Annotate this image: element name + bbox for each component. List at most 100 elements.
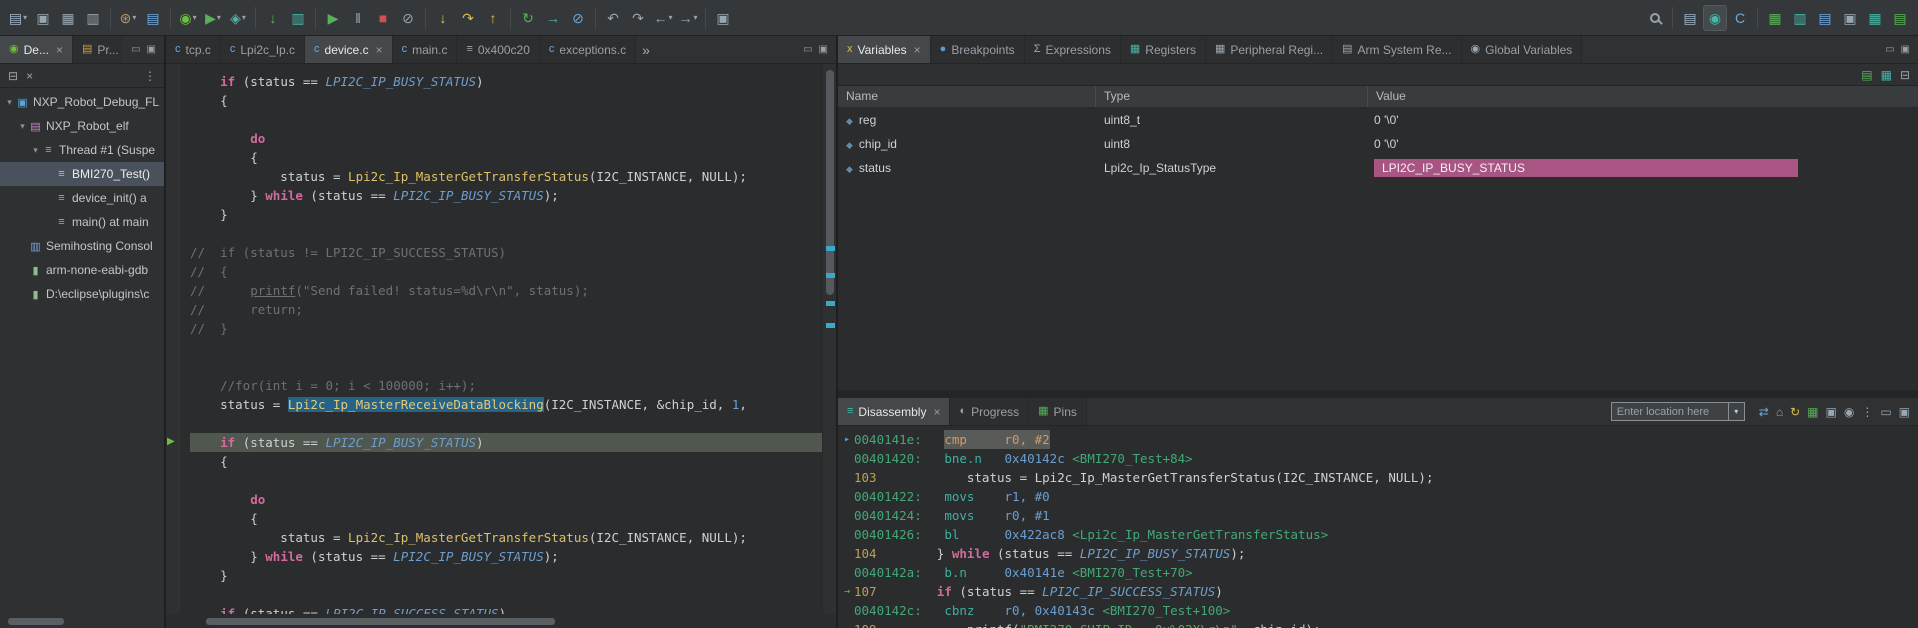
code-line[interactable]: { <box>190 452 822 471</box>
expanded-arrow-icon[interactable]: ▾ <box>4 97 15 108</box>
expanded-arrow-icon[interactable]: ▾ <box>30 145 41 156</box>
code-line[interactable]: if (status == LPI2C_IP_BUSY_STATUS) <box>190 433 822 452</box>
pin-editor-icon[interactable]: ▣ <box>711 5 735 31</box>
code-line[interactable]: if (status == LPI2C_IP_SUCCESS_STATUS) <box>190 604 822 614</box>
code-line[interactable]: // printf("Send failed! status=%d\r\n", … <box>190 281 822 300</box>
close-icon[interactable]: × <box>914 43 921 57</box>
horizontal-sash[interactable] <box>838 390 1918 398</box>
debug-tree-item[interactable]: ▾ ▣ NXP_Robot_Debug_FL <box>0 90 164 114</box>
view-grid-icon[interactable]: ▦ <box>1763 5 1787 31</box>
view-memory-icon[interactable]: ▣ <box>1838 5 1862 31</box>
forward-icon[interactable]: → ▾ <box>676 5 700 31</box>
code-line[interactable]: } while (status == LPI2C_IP_BUSY_STATUS)… <box>190 186 822 205</box>
view-menu-icon[interactable]: ⋮ <box>144 70 156 82</box>
editor-horizontal-scrollbar[interactable] <box>166 614 836 628</box>
debug-tree-item[interactable]: ▮ D:\eclipse\plugins\c <box>0 282 164 306</box>
print-icon[interactable]: ▥ <box>81 5 105 31</box>
minimize-view-icon[interactable]: ▭ <box>803 44 812 55</box>
disassembly-content[interactable]: ▸ 0040141e: cmp r0, #2 00401420: bne.n 0x4… <box>838 426 1918 628</box>
table-row[interactable]: ◆ status Lpi2c_Ip_StatusType LPI2C_IP_BUSY_… <box>838 156 1918 180</box>
open-new-view-icon[interactable]: ▣ <box>1825 406 1836 418</box>
instruction-stepping-icon[interactable]: → <box>541 5 565 31</box>
remove-all-terminated-icon[interactable]: × <box>26 70 33 82</box>
suspend-icon[interactable]: ‖ <box>346 5 370 31</box>
column-header-type[interactable]: Type <box>1096 86 1368 107</box>
location-dropdown-icon[interactable]: ▾ <box>1728 402 1745 421</box>
code-line[interactable]: } while (status == LPI2C_IP_BUSY_STATUS)… <box>190 547 822 566</box>
flash-programmer-icon[interactable]: ↓ <box>261 5 285 31</box>
code-line[interactable] <box>190 357 822 376</box>
variables-tab-expressions[interactable]: Σ Expressions <box>1024 36 1121 63</box>
code-line[interactable] <box>190 414 822 433</box>
code-line[interactable]: status = Lpi2c_Ip_MasterGetTransferStatu… <box>190 528 822 547</box>
disassembly-line[interactable]: ▸ 0040141e: cmp r0, #2 <box>840 430 1918 449</box>
disassembly-line[interactable]: 00401424: movs r0, #1 <box>840 506 1918 525</box>
debug-horizontal-scrollbar[interactable] <box>0 614 164 628</box>
editor-tab-0x400c20[interactable]: ≡ 0x400c20 <box>457 36 540 63</box>
disassembly-line[interactable]: 00401422: movs r1, #0 <box>840 487 1918 506</box>
show-type-names-icon[interactable]: ▤ <box>1861 69 1872 81</box>
table-row[interactable]: ◆ chip_id uint8 0 '\0' <box>838 132 1918 156</box>
debug-icon[interactable]: ◉ ▾ <box>176 5 200 31</box>
variables-tab-breakpoints[interactable]: ● Breakpoints <box>930 36 1025 63</box>
editor-tab-device-c[interactable]: c device.c × <box>305 36 393 63</box>
undo-icon[interactable]: ↶ <box>601 5 625 31</box>
code-line[interactable] <box>190 585 822 604</box>
editor-vertical-scrollbar[interactable] <box>822 64 836 614</box>
code-line[interactable]: status = Lpi2c_Ip_MasterReceiveDataBlock… <box>190 395 822 414</box>
variables-tab-registers[interactable]: ▦ Registers <box>1120 36 1206 63</box>
disassembly-line[interactable]: 0040142a: b.n 0x40141e <BMI270_Test+70> <box>840 563 1918 582</box>
variables-tab-global-variables[interactable]: ◉ Global Variables <box>1461 36 1583 63</box>
code-line[interactable]: } <box>190 205 822 224</box>
editor-tab-exceptions-c[interactable]: c exceptions.c <box>539 36 637 63</box>
code-line[interactable]: if (status == LPI2C_IP_BUSY_STATUS) <box>190 72 822 91</box>
column-header-value[interactable]: Value <box>1368 86 1918 107</box>
show-logical-structures-icon[interactable]: ▦ <box>1881 69 1892 81</box>
code-line[interactable] <box>190 224 822 243</box>
debug-view-tab-pr[interactable]: ▤ Pr... <box>72 36 124 63</box>
view-console-icon[interactable]: ▥ <box>1788 5 1812 31</box>
sync-with-stack-frame-icon[interactable]: ⇄ <box>1759 406 1769 418</box>
debug-view-tab-de[interactable]: ◉ De... × <box>0 36 73 63</box>
terminal-icon[interactable]: ▥ <box>286 5 310 31</box>
terminate-icon[interactable]: ■ <box>371 5 395 31</box>
debug-tree-item[interactable]: ▾ ▤ NXP_Robot_elf <box>0 114 164 138</box>
code-line[interactable] <box>190 338 822 357</box>
code-line[interactable]: // if (status != LPI2C_IP_SUCCESS_STATUS… <box>190 243 822 262</box>
disassembly-tab-progress[interactable]: ◐ Progress <box>950 398 1030 425</box>
restart-icon[interactable]: ↻ <box>516 5 540 31</box>
disassembly-tab-pins[interactable]: ▦ Pins <box>1029 398 1087 425</box>
debug-tree-item[interactable]: ▾ ≡ Thread #1 (Suspe <box>0 138 164 162</box>
code-line[interactable]: // { <box>190 262 822 281</box>
maximize-view-icon[interactable]: ▣ <box>147 44 156 55</box>
table-row[interactable]: ◆ reg uint8_t 0 '\0' <box>838 108 1918 132</box>
maximize-view-icon[interactable]: ▣ <box>1901 44 1910 55</box>
new-c-project-icon[interactable]: ▤ <box>141 5 165 31</box>
disassembly-tab-disassembly[interactable]: ≡ Disassembly × <box>838 398 951 425</box>
cpp-perspective-icon[interactable]: C <box>1728 5 1752 31</box>
code-line[interactable] <box>190 110 822 129</box>
disassembly-line[interactable]: 00401426: bl 0x422ac8 <Lpi2c_Ip_MasterGe… <box>840 525 1918 544</box>
minimize-view-icon[interactable]: ▭ <box>131 44 140 55</box>
disconnect-icon[interactable]: ⊘ <box>396 5 420 31</box>
skip-all-breakpoints-icon[interactable]: ⊘ <box>566 5 590 31</box>
back-icon[interactable]: ← ▾ <box>651 5 675 31</box>
step-into-icon[interactable]: ↓ <box>431 5 455 31</box>
maximize-view-icon[interactable]: ▣ <box>819 44 828 55</box>
run-icon[interactable]: ▶ ▾ <box>201 5 225 31</box>
search-icon[interactable] <box>1643 5 1667 31</box>
code-line[interactable]: // return; <box>190 300 822 319</box>
view-tools-icon[interactable]: ▤ <box>1888 5 1912 31</box>
code-line[interactable]: { <box>190 509 822 528</box>
home-icon[interactable]: ⌂ <box>1776 406 1783 418</box>
step-over-icon[interactable]: ↷ <box>456 5 480 31</box>
maximize-view-icon[interactable]: ▣ <box>1899 406 1910 418</box>
disassembly-line[interactable]: 104 } while (status == LPI2C_IP_BUSY_STA… <box>840 544 1918 563</box>
editor-tab-main-c[interactable]: c main.c <box>392 36 458 63</box>
code-line[interactable]: status = Lpi2c_Ip_MasterGetTransferStatu… <box>190 167 822 186</box>
debug-tree-item[interactable]: ≡ main() at main <box>0 210 164 234</box>
debug-tree-item[interactable]: ▮ arm-none-eabi-gdb <box>0 258 164 282</box>
location-input[interactable] <box>1610 402 1729 421</box>
close-icon[interactable]: × <box>933 405 940 419</box>
editor-tab-lpi2c-ip-c[interactable]: c Lpi2c_Ip.c <box>220 36 306 63</box>
